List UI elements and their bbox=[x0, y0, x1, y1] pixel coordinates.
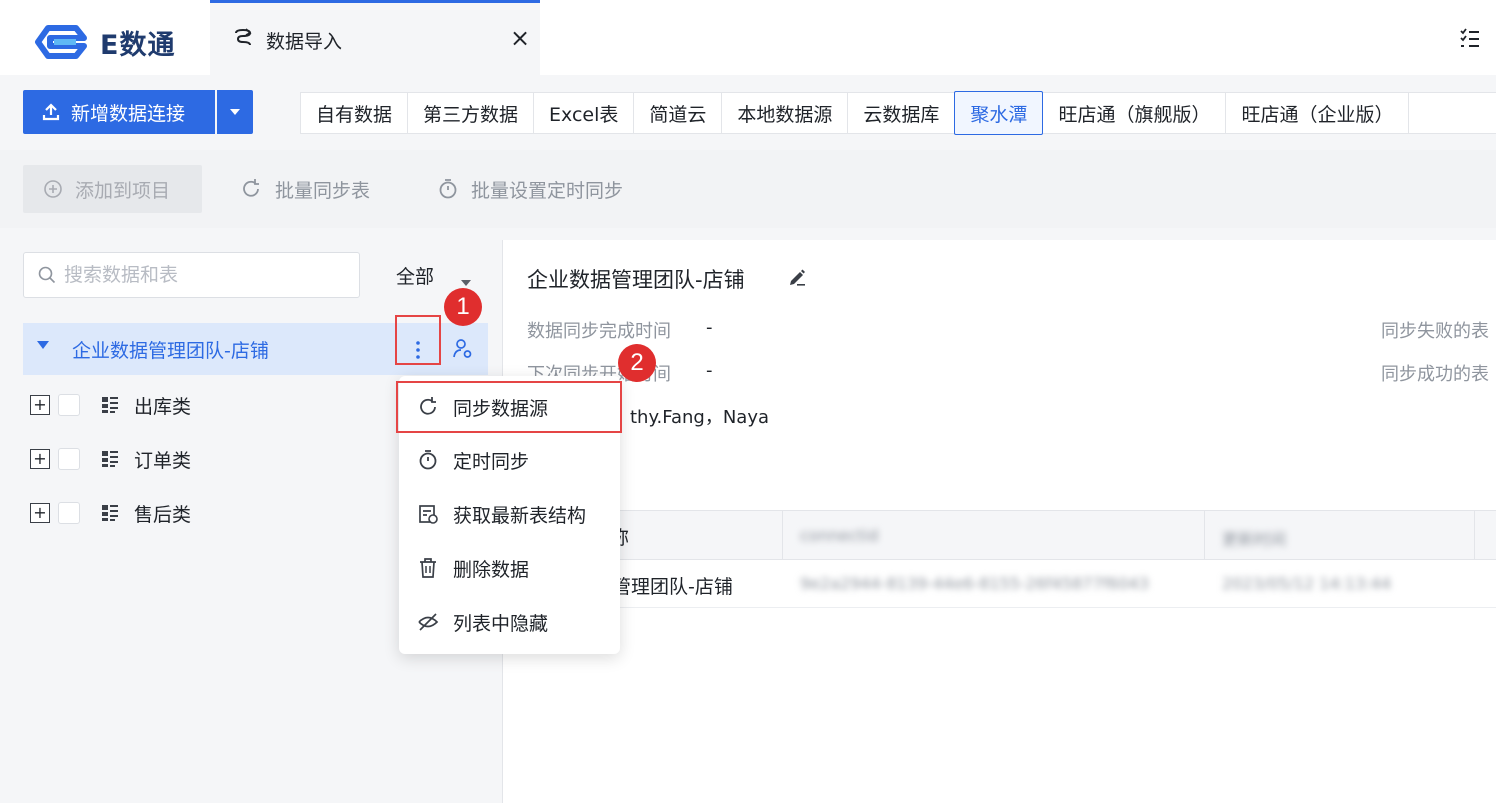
source-tab-local[interactable]: 本地数据源 bbox=[722, 93, 849, 133]
tree-checkbox[interactable] bbox=[58, 502, 80, 524]
source-tab-cloud-db[interactable]: 云数据库 bbox=[848, 93, 954, 133]
filter-dropdown[interactable]: 全部 bbox=[396, 262, 472, 289]
menu-item-label: 定时同步 bbox=[453, 450, 530, 473]
more-vertical-icon bbox=[416, 341, 420, 359]
expand-icon[interactable]: + bbox=[30, 503, 50, 523]
add-connection-button[interactable]: 新增数据连接 bbox=[23, 90, 215, 134]
menu-item-sync-source[interactable]: 同步数据源 bbox=[399, 381, 620, 433]
step-badge: 1 bbox=[444, 288, 482, 326]
tree-item-label: 订单类 bbox=[134, 449, 192, 472]
tab-data-import[interactable]: 数据导入 × bbox=[210, 0, 540, 75]
add-to-project-label: 添加到项目 bbox=[75, 179, 171, 202]
timer-icon bbox=[439, 179, 457, 199]
batch-schedule-button[interactable]: 批量设置定时同步 bbox=[437, 165, 623, 213]
eye-off-icon bbox=[418, 613, 439, 631]
source-tab-own[interactable]: 自有数据 bbox=[301, 93, 409, 133]
close-icon[interactable]: × bbox=[510, 23, 530, 53]
logo-text: E数通 bbox=[100, 29, 176, 61]
menu-item-refresh-schema[interactable]: 获取最新表结构 bbox=[399, 488, 620, 540]
menu-item-label: 获取最新表结构 bbox=[453, 504, 587, 527]
app-logo[interactable]: E数通 bbox=[30, 22, 175, 62]
tab-label: 数据导入 bbox=[266, 31, 343, 53]
batch-schedule-label: 批量设置定时同步 bbox=[471, 179, 624, 202]
success-tables-label: 同步成功的表 bbox=[1381, 364, 1489, 385]
menu-item-delete-data[interactable]: 删除数据 bbox=[399, 542, 620, 594]
action-bar bbox=[0, 150, 1496, 228]
table-icon bbox=[102, 505, 118, 521]
detail-title: 企业数据管理团队-店铺 bbox=[527, 268, 745, 292]
table-header: 称 connectid 更新时间 bbox=[503, 510, 1496, 561]
search-input[interactable] bbox=[64, 264, 334, 286]
menu-item-scheduled-sync[interactable]: 定时同步 bbox=[399, 434, 620, 486]
header-connect-id: connectid bbox=[800, 526, 879, 545]
batch-sync-label: 批量同步表 bbox=[275, 179, 371, 202]
more-options-button[interactable] bbox=[395, 315, 441, 365]
add-connection-label: 新增数据连接 bbox=[71, 102, 186, 125]
source-tab-jiandaoyun[interactable]: 简道云 bbox=[634, 93, 723, 133]
source-tab-wdt-flagship[interactable]: 旺店通（旗舰版） bbox=[1043, 93, 1227, 133]
search-box[interactable] bbox=[23, 252, 360, 298]
menu-item-label: 列表中隐藏 bbox=[453, 612, 549, 635]
tree-item-label: 售后类 bbox=[134, 503, 192, 526]
failed-tables-label: 同步失败的表 bbox=[1381, 321, 1489, 342]
source-tab-excel[interactable]: Excel表 bbox=[534, 93, 635, 133]
table-icon bbox=[102, 451, 118, 467]
import-icon bbox=[235, 28, 252, 46]
add-connection-dropdown[interactable] bbox=[217, 90, 253, 134]
cell-connect-id: 9e2a2944-8139-44e6-8155-26f45877f6043 bbox=[800, 574, 1149, 593]
sync-done-label: 数据同步完成时间 bbox=[527, 321, 671, 342]
timer-icon bbox=[419, 450, 437, 470]
column-separator bbox=[1474, 511, 1475, 561]
plus-circle-icon bbox=[44, 180, 62, 198]
menu-item-label: 同步数据源 bbox=[453, 397, 549, 420]
tree-group-label: 企业数据管理团队-店铺 bbox=[72, 340, 269, 362]
members-value: thy.Fang，Naya bbox=[630, 407, 770, 428]
trash-icon bbox=[420, 558, 436, 578]
tree-checkbox[interactable] bbox=[58, 394, 80, 416]
tree-item-outbound[interactable]: + 出库类 bbox=[30, 390, 191, 420]
tree-item-orders[interactable]: + 订单类 bbox=[30, 444, 191, 474]
step-badge: 2 bbox=[618, 344, 656, 382]
caret-down-icon bbox=[230, 109, 240, 115]
edit-icon[interactable] bbox=[787, 267, 807, 287]
expand-icon[interactable]: + bbox=[30, 395, 50, 415]
logo-icon bbox=[35, 25, 87, 59]
source-tabs: 自有数据 第三方数据 Excel表 简道云 本地数据源 云数据库 聚水潭 旺店通… bbox=[300, 91, 1496, 135]
filter-label: 全部 bbox=[396, 266, 435, 288]
upload-icon bbox=[42, 103, 60, 121]
schema-refresh-icon bbox=[419, 505, 438, 524]
table-row[interactable]: 据管理团队-店铺 9e2a2944-8139-44e6-8155-26f4587… bbox=[503, 560, 1496, 608]
caret-down-icon bbox=[461, 279, 472, 286]
add-to-project-button[interactable]: 添加到项目 bbox=[23, 165, 202, 213]
refresh-icon bbox=[420, 397, 436, 415]
tree-item-label: 出库类 bbox=[134, 395, 192, 418]
next-sync-value: - bbox=[706, 360, 713, 381]
user-settings-icon[interactable] bbox=[452, 338, 474, 360]
menu-item-hide-in-list[interactable]: 列表中隐藏 bbox=[399, 596, 620, 648]
context-menu: 同步数据源 定时同步 获取最新表结构 删除数据 列表中隐藏 bbox=[396, 376, 622, 654]
sync-done-value: - bbox=[706, 317, 713, 338]
refresh-icon bbox=[243, 179, 259, 197]
column-separator bbox=[782, 511, 783, 561]
batch-sync-button[interactable]: 批量同步表 bbox=[240, 165, 370, 213]
header-updated: 更新时间 bbox=[1222, 530, 1287, 549]
table-icon bbox=[102, 397, 118, 413]
task-list-icon[interactable] bbox=[1458, 26, 1482, 50]
menu-item-label: 删除数据 bbox=[453, 558, 530, 581]
caret-down-icon[interactable] bbox=[37, 341, 49, 349]
tree-item-after-sales[interactable]: + 售后类 bbox=[30, 498, 191, 528]
source-tab-third-party[interactable]: 第三方数据 bbox=[408, 93, 535, 133]
source-tab-wdt-enterprise[interactable]: 旺店通（企业版） bbox=[1226, 93, 1410, 133]
source-tab-jushuitan[interactable]: 聚水潭 bbox=[954, 91, 1044, 135]
expand-icon[interactable]: + bbox=[30, 449, 50, 469]
tree-checkbox[interactable] bbox=[58, 448, 80, 470]
cell-updated: 2023/05/12 14:13:44 bbox=[1222, 574, 1392, 593]
search-icon bbox=[38, 266, 56, 284]
app-window: E数通 数据导入 × 新增数据连接 自有数据 第三方数据 Excel表 简道云 … bbox=[0, 0, 1496, 803]
column-separator bbox=[1204, 511, 1205, 561]
